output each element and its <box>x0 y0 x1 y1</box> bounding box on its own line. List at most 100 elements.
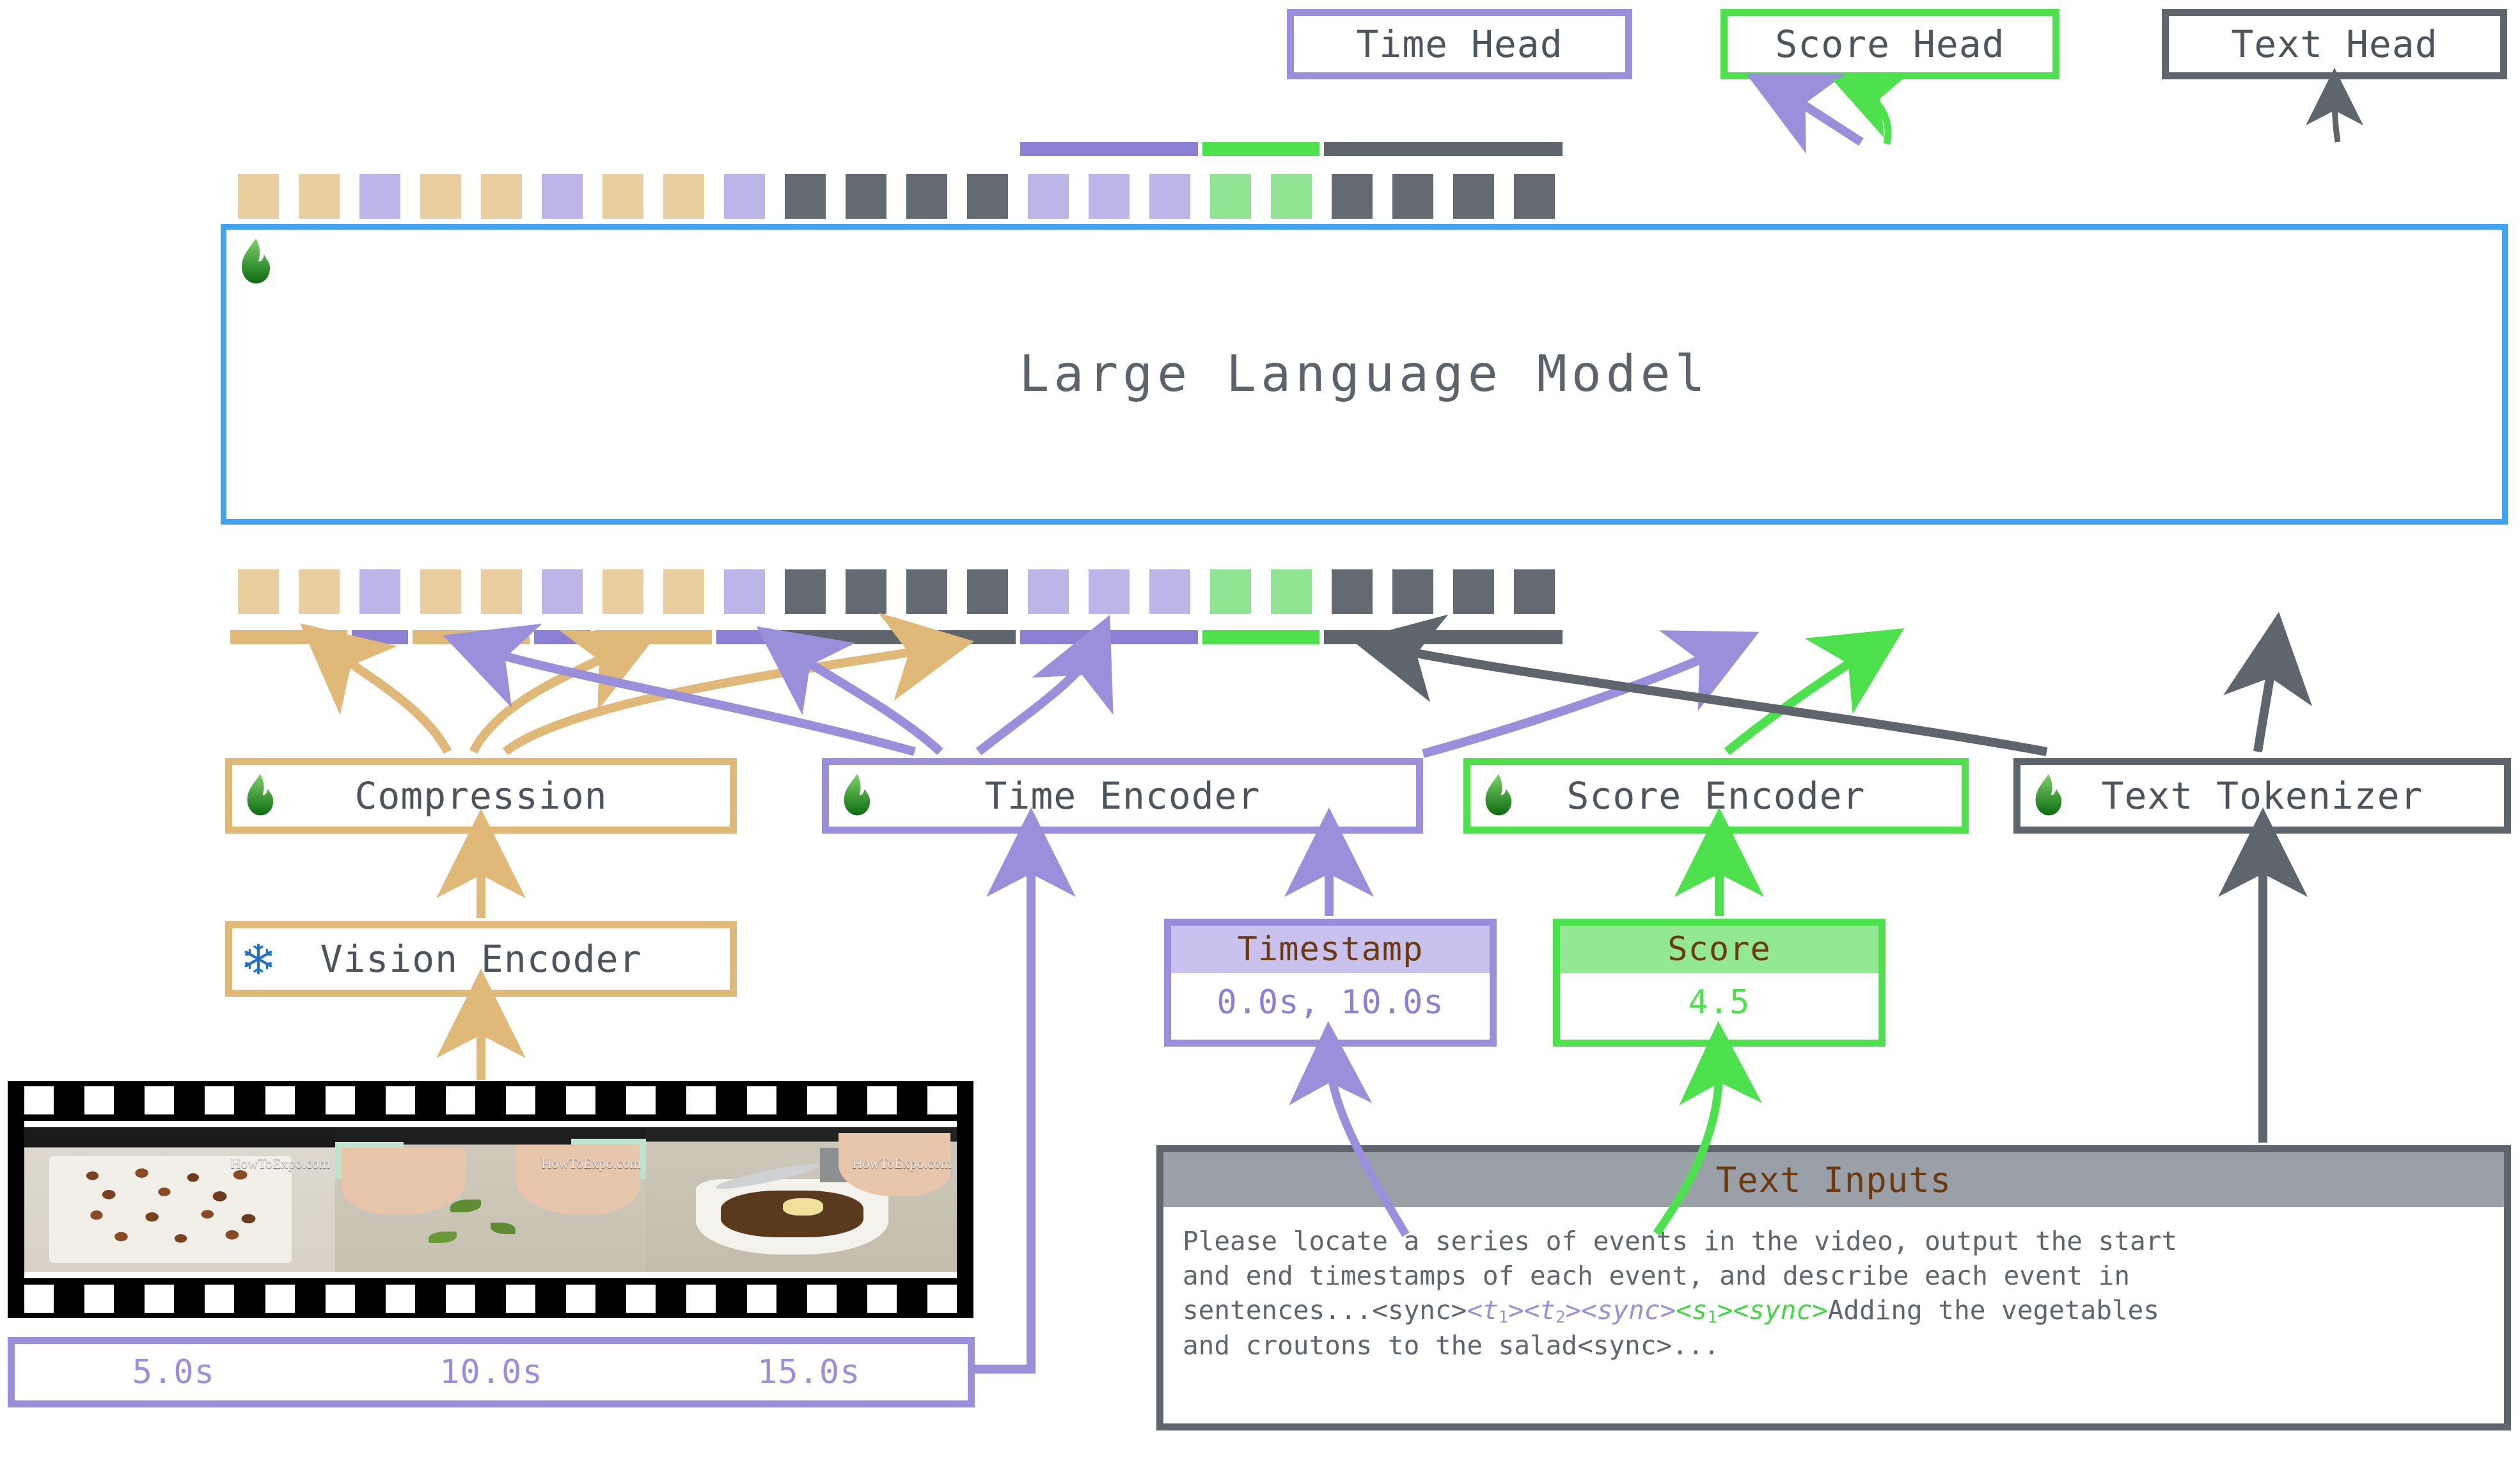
arrow-time-enc-to-token-a <box>443 623 916 756</box>
score-card[interactable]: Score 4.5 <box>1553 919 1886 1047</box>
output-token <box>1332 174 1373 219</box>
time-head-box[interactable]: Time Head <box>1287 9 1632 79</box>
input-token <box>1210 569 1251 614</box>
input-token <box>1271 569 1312 614</box>
arrow-score-enc-to-token <box>1724 628 1905 756</box>
input-token <box>724 569 765 614</box>
score-card-title: Score <box>1560 926 1878 973</box>
video-frame-1: HowToExpo.com <box>24 1127 335 1272</box>
timeline-tick-3: 15.0s <box>757 1353 861 1391</box>
input-token <box>420 569 461 614</box>
text-inputs-body: Please locate a series of events in the … <box>1163 1207 2504 1374</box>
output-token <box>663 174 704 219</box>
llm-label: Large Language Model <box>1019 345 1710 403</box>
arrow-compression-to-token-a <box>299 623 452 754</box>
arrow-timeline-to-time-encoder <box>975 807 1076 1374</box>
output-token <box>299 174 340 219</box>
output-token <box>238 174 279 219</box>
input-group-bar <box>716 630 773 644</box>
text-head-box[interactable]: Text Head <box>2162 9 2507 79</box>
arrow-text-tok-to-token-a <box>1351 614 2048 756</box>
output-group-bar <box>1324 142 1563 156</box>
prompt-line-1: Please locate a series of events in the … <box>1183 1226 2178 1256</box>
input-token <box>359 569 400 614</box>
text-tokenizer-module[interactable]: Text Tokenizer <box>2013 758 2511 834</box>
input-token <box>238 569 279 614</box>
fire-icon <box>242 239 270 283</box>
score-encoder-label: Score Encoder <box>1566 774 1866 818</box>
watermark: HowToExpo.com <box>541 1155 642 1171</box>
input-token <box>1453 569 1494 614</box>
score-head-box[interactable]: Score Head <box>1721 9 2059 79</box>
input-token <box>602 569 643 614</box>
arrow-compression-to-token-c <box>502 612 975 756</box>
filmstrip-perforations-bottom <box>8 1285 973 1313</box>
input-group-bar <box>1202 630 1319 644</box>
text-head-label: Text Head <box>2231 22 2438 66</box>
arrow-score-bar-to-score-head <box>1832 72 1910 145</box>
compression-module[interactable]: Compression <box>225 758 737 834</box>
text-inputs-panel[interactable]: Text Inputs Please locate a series of ev… <box>1156 1145 2511 1430</box>
output-token <box>420 174 461 219</box>
input-token <box>663 569 704 614</box>
output-group-bar <box>1020 142 1198 156</box>
watermark: HowToExpo.com <box>230 1155 331 1171</box>
output-token <box>1453 174 1494 219</box>
prompt-line-4: and croutons to the salad<sync>... <box>1183 1330 1720 1361</box>
input-group-bar <box>1324 630 1563 644</box>
timeline-tick-2: 10.0s <box>439 1353 543 1391</box>
output-token <box>1089 174 1130 219</box>
input-group-bar <box>595 630 712 644</box>
video-frame-2: HowToExpo.com <box>335 1127 646 1272</box>
timestamp-card[interactable]: Timestamp 0.0s, 10.0s <box>1164 919 1497 1047</box>
timestamp-card-title: Timestamp <box>1171 926 1490 973</box>
input-group-bar <box>230 630 347 644</box>
score-head-label: Score Head <box>1775 22 2005 66</box>
input-token <box>1089 569 1130 614</box>
time-token-t1: <t1> <box>1467 1295 1524 1327</box>
diagram-canvas: Time Head Score Head Text Head Large Lan… <box>0 0 2520 1458</box>
input-token <box>1392 569 1433 614</box>
large-language-model-box[interactable]: Large Language Model <box>221 224 2508 525</box>
watermark: HowToExpo.com <box>852 1155 952 1171</box>
arrow-text-tok-to-token-b <box>2223 612 2313 753</box>
score-encoder-module[interactable]: Score Encoder <box>1463 758 1969 834</box>
output-token <box>1271 174 1312 219</box>
prompt-seg-plain-a: sentences...<sync> <box>1183 1295 1467 1326</box>
output-token <box>359 174 400 219</box>
arrow-time-bar-to-time-head <box>1745 73 1864 154</box>
input-token <box>967 569 1008 614</box>
timestamp-card-value: 0.0s, 10.0s <box>1171 973 1490 1032</box>
input-token <box>1514 569 1555 614</box>
text-inputs-title: Text Inputs <box>1163 1152 2504 1207</box>
video-filmstrip[interactable]: HowToExpo.com HowToExpo.com HowToExpo.co… <box>8 1081 973 1318</box>
timeline-tick-1: 5.0s <box>132 1353 215 1391</box>
video-timeline[interactable]: 5.0s 10.0s 15.0s <box>8 1337 975 1407</box>
output-token <box>1514 174 1555 219</box>
input-token <box>1149 569 1190 614</box>
time-encoder-label: Time Encoder <box>984 774 1261 818</box>
arrow-time-enc-to-token-c <box>975 615 1114 756</box>
prompt-line-2: and end timestamps of each event, and de… <box>1183 1260 2130 1292</box>
input-token <box>785 569 826 614</box>
prompt-line-3: sentences...<sync><t1><t2><sync><s1><syn… <box>1183 1293 2485 1328</box>
output-group-bar <box>1202 142 1319 156</box>
arrow-compression-to-token-b <box>469 630 659 754</box>
output-token <box>906 174 947 219</box>
vision-encoder-module[interactable]: Vision Encoder <box>225 921 737 997</box>
output-token <box>1028 174 1069 219</box>
input-token <box>299 569 340 614</box>
video-frame-3: HowToExpo.com <box>646 1127 957 1272</box>
text-tokenizer-label: Text Tokenizer <box>2101 774 2423 818</box>
output-token <box>481 174 522 219</box>
time-encoder-module[interactable]: Time Encoder <box>822 758 1423 834</box>
input-group-bar <box>1020 630 1198 644</box>
output-token <box>967 174 1008 219</box>
fire-icon <box>247 773 274 816</box>
input-token <box>846 569 886 614</box>
score-card-value: 4.5 <box>1560 973 1878 1032</box>
output-token <box>1392 174 1433 219</box>
compression-label: Compression <box>354 774 608 818</box>
input-group-bar <box>413 630 530 644</box>
fire-icon <box>2035 773 2062 816</box>
